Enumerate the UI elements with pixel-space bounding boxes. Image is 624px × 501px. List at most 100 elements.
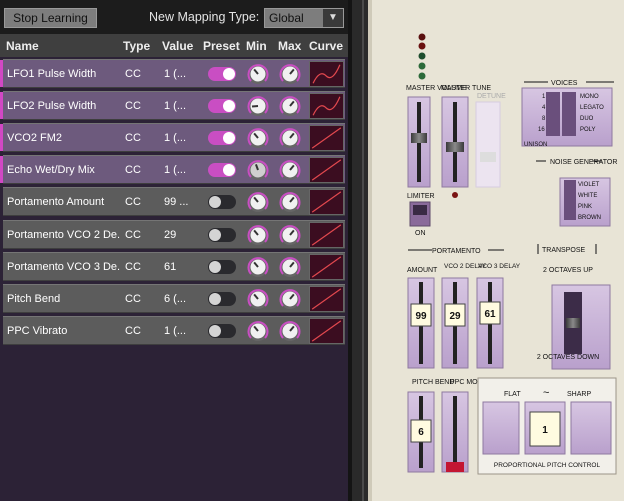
mapping-type-select[interactable]: Global ▼ xyxy=(264,8,344,28)
preset-toggle[interactable] xyxy=(208,292,236,306)
svg-text:1: 1 xyxy=(542,425,548,436)
min-knob[interactable] xyxy=(247,191,269,213)
table-row[interactable]: Portamento VCO 3 De... CC 61 xyxy=(3,252,345,281)
preset-toggle[interactable] xyxy=(208,163,236,177)
toggle-knob xyxy=(209,325,221,337)
preset-toggle[interactable] xyxy=(208,67,236,81)
curve-preview[interactable] xyxy=(309,254,344,280)
curve-preview[interactable] xyxy=(309,286,344,312)
row-type: CC xyxy=(125,164,141,176)
row-value: 1 (... xyxy=(164,164,187,176)
curve-preview[interactable] xyxy=(309,318,344,344)
svg-text:NOISE GENERATOR: NOISE GENERATOR xyxy=(550,159,617,166)
svg-text:VCO 3 DELAY: VCO 3 DELAY xyxy=(478,263,521,270)
svg-text:~: ~ xyxy=(543,387,549,399)
chevron-down-icon[interactable]: ▼ xyxy=(323,9,343,27)
max-knob[interactable] xyxy=(279,224,301,246)
svg-text:2 OCTAVES DOWN: 2 OCTAVES DOWN xyxy=(537,354,599,361)
curve-preview[interactable] xyxy=(309,93,344,119)
header-max[interactable]: Max xyxy=(278,39,301,53)
table-row[interactable]: VCO2 FM2 CC 1 (... xyxy=(0,123,345,152)
min-knob[interactable] xyxy=(247,288,269,310)
row-name: Echo Wet/Dry Mix xyxy=(7,164,95,176)
min-knob[interactable] xyxy=(247,95,269,117)
header-curve[interactable]: Curve xyxy=(309,39,343,53)
voices-label: VOICES xyxy=(551,80,578,87)
curve-preview[interactable] xyxy=(309,222,344,248)
selection-marker xyxy=(0,92,3,119)
min-knob[interactable] xyxy=(247,256,269,278)
header-preset[interactable]: Preset xyxy=(203,39,240,53)
led-green-1 xyxy=(418,52,426,60)
max-knob[interactable] xyxy=(279,159,301,181)
row-value: 1 (... xyxy=(164,68,187,80)
svg-text:61: 61 xyxy=(484,309,496,320)
max-knob[interactable] xyxy=(279,191,301,213)
max-knob[interactable] xyxy=(279,63,301,85)
max-knob[interactable] xyxy=(279,95,301,117)
row-type: CC xyxy=(125,132,141,144)
transpose-handle[interactable] xyxy=(566,318,580,328)
master-volume-handle[interactable] xyxy=(411,133,427,143)
detune-handle[interactable] xyxy=(480,152,496,162)
curve-preview[interactable] xyxy=(309,157,344,183)
header-name[interactable]: Name xyxy=(6,39,39,53)
row-type: CC xyxy=(125,196,141,208)
table-row[interactable]: Portamento VCO 2 De... CC 29 xyxy=(3,220,345,249)
preset-toggle[interactable] xyxy=(208,260,236,274)
preset-toggle[interactable] xyxy=(208,324,236,338)
min-knob[interactable] xyxy=(247,63,269,85)
svg-text:WHITE: WHITE xyxy=(578,193,597,199)
table-row[interactable]: Pitch Bend CC 6 (... xyxy=(3,284,345,313)
row-value: 1 (... xyxy=(164,325,187,337)
min-knob[interactable] xyxy=(247,320,269,342)
voices-count-switch[interactable] xyxy=(546,92,560,136)
row-value: 1 (... xyxy=(164,100,187,112)
curve-preview[interactable] xyxy=(309,189,344,215)
mapping-type-label: New Mapping Type: xyxy=(149,10,260,24)
preset-toggle[interactable] xyxy=(208,228,236,242)
toggle-knob xyxy=(209,196,221,208)
master-tune-handle[interactable] xyxy=(446,142,464,152)
svg-text:6: 6 xyxy=(418,427,424,438)
svg-text:PROPORTIONAL PITCH CONTROL: PROPORTIONAL PITCH CONTROL xyxy=(494,462,601,469)
toggle-knob xyxy=(223,132,235,144)
noise-switch[interactable] xyxy=(564,180,576,220)
row-name: LFO1 Pulse Width xyxy=(7,68,97,80)
table-row[interactable]: LFO1 Pulse Width CC 1 (... xyxy=(0,59,345,88)
table-row[interactable]: LFO2 Pulse Width CC 1 (... xyxy=(0,91,345,120)
curve-preview[interactable] xyxy=(309,61,344,87)
table-row[interactable]: PPC Vibrato CC 1 (... xyxy=(3,316,345,345)
preset-toggle[interactable] xyxy=(208,131,236,145)
ppc-sharp-pad[interactable] xyxy=(570,401,612,455)
header-min[interactable]: Min xyxy=(246,39,267,53)
header-type[interactable]: Type xyxy=(123,39,150,53)
svg-text:FLAT: FLAT xyxy=(504,391,521,398)
table-row[interactable]: Portamento Amount CC 99 ... xyxy=(3,187,345,216)
max-knob[interactable] xyxy=(279,256,301,278)
preset-toggle[interactable] xyxy=(208,195,236,209)
ppc-flat-pad[interactable] xyxy=(482,401,520,455)
min-knob[interactable] xyxy=(247,224,269,246)
min-knob[interactable] xyxy=(247,127,269,149)
max-knob[interactable] xyxy=(279,288,301,310)
detune-slider[interactable] xyxy=(475,101,501,188)
preset-toggle[interactable] xyxy=(208,99,236,113)
min-knob[interactable] xyxy=(247,159,269,181)
table-row[interactable]: Echo Wet/Dry Mix CC 1 (... xyxy=(0,155,345,184)
led-red-1 xyxy=(418,33,426,41)
row-name: Portamento VCO 2 De... xyxy=(7,229,121,241)
curve-preview[interactable] xyxy=(309,125,344,151)
header-value[interactable]: Value xyxy=(162,39,193,53)
voices-mode-switch[interactable] xyxy=(562,92,576,136)
led-green-3 xyxy=(418,72,426,80)
toggle-knob xyxy=(209,293,221,305)
ppc-mod-handle[interactable] xyxy=(446,462,464,472)
table-header: Name Type Value Preset Min Max Curve xyxy=(0,34,348,57)
svg-text:99: 99 xyxy=(415,311,427,322)
max-knob[interactable] xyxy=(279,127,301,149)
max-knob[interactable] xyxy=(279,320,301,342)
svg-text:2 OCTAVES UP: 2 OCTAVES UP xyxy=(543,267,593,274)
stop-learning-button[interactable]: Stop Learning xyxy=(4,8,97,28)
row-type: CC xyxy=(125,261,141,273)
